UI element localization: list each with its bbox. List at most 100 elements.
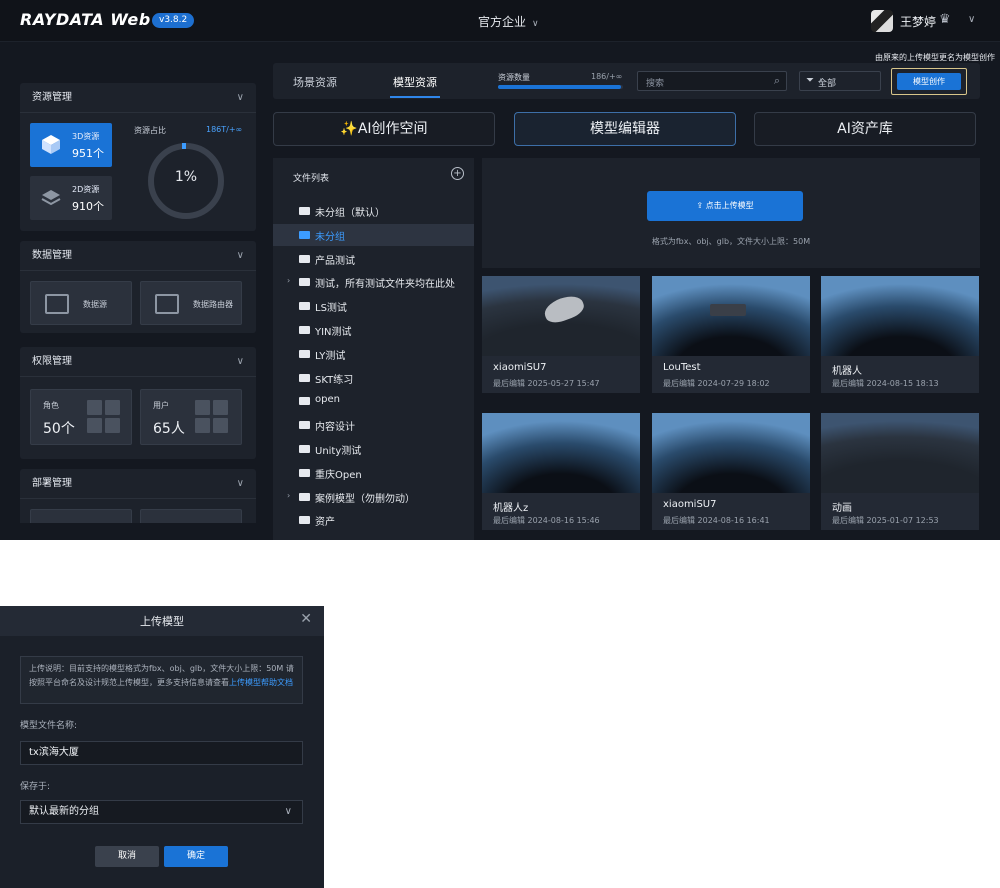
- model-card[interactable]: xiaomiSU7 最后编辑 2025-05-27 15:47: [482, 276, 640, 393]
- app-window: RAYDATA Web v3.8.2 官方企业 ∨ 王梦婷 ♛ ∨ 资源管理 ∨ 3…: [0, 0, 1000, 540]
- permission-panel-header[interactable]: 权限管理 ∨: [20, 347, 256, 377]
- cube-icon: [42, 135, 60, 154]
- folder-label: 产品测试: [315, 255, 355, 267]
- folder-row[interactable]: YIN测试: [273, 319, 474, 341]
- chevron-down-icon: ∨: [284, 806, 292, 817]
- ai-creation-space-button[interactable]: ✨AI创作空间: [273, 112, 495, 146]
- model-card[interactable]: LouTest 最后编辑 2024-07-29 18:02: [652, 276, 810, 393]
- search-placeholder: 搜索: [646, 79, 665, 89]
- router-icon: [155, 294, 179, 314]
- data-panel-title: 数据管理: [32, 250, 72, 261]
- folder-row[interactable]: Unity测试: [273, 438, 474, 460]
- folder-icon: [299, 207, 310, 215]
- user-label: 用户: [153, 401, 169, 410]
- resource-3d-card[interactable]: 3D资源 951个: [30, 123, 112, 167]
- folder-row[interactable]: LY测试: [273, 343, 474, 365]
- resource-2d-count: 910个: [72, 200, 104, 213]
- folder-row[interactable]: LS测试: [273, 295, 474, 317]
- rename-hint: 由原来的上传模型更名为模型创作: [875, 53, 995, 62]
- upload-notice: 上传说明：目前支持的模型格式为fbx、obj、glb，文件大小上限：50M 请按…: [20, 656, 303, 704]
- company-switcher[interactable]: 官方企业 ∨: [478, 13, 539, 30]
- expand-arrow-icon[interactable]: ›: [287, 276, 290, 285]
- confirm-button[interactable]: 确定: [164, 846, 228, 867]
- user-grid-icon: [213, 400, 228, 415]
- quota-label: 资源数量: [498, 73, 530, 82]
- chevron-down-icon[interactable]: ∨: [237, 469, 244, 499]
- folder-row[interactable]: › 案例模型（勿删勿动）: [273, 486, 474, 508]
- model-thumbnail: [652, 276, 810, 356]
- folder-row[interactable]: 产品测试: [273, 248, 474, 270]
- model-name-input[interactable]: tx滨海大厦: [20, 741, 303, 765]
- model-thumbnail: [482, 413, 640, 493]
- ai-asset-library-button[interactable]: AI资产库: [754, 112, 976, 146]
- folder-row[interactable]: 未分组: [273, 223, 474, 246]
- close-icon[interactable]: ✕: [300, 611, 312, 627]
- chevron-down-icon[interactable]: ∨: [237, 83, 244, 113]
- tab-scene[interactable]: 场景资源: [293, 74, 337, 90]
- model-card[interactable]: 机器人z 最后编辑 2024-08-16 15:46: [482, 413, 640, 530]
- folder-label: 未分组（默认）: [315, 208, 385, 219]
- user-grid-icon: [195, 418, 210, 433]
- model-name: 机器人: [832, 366, 862, 377]
- resource-panel-header[interactable]: 资源管理 ∨: [20, 83, 256, 113]
- folder-row[interactable]: 内容设计: [273, 414, 474, 436]
- folder-row[interactable]: SKT练习: [273, 367, 474, 389]
- model-name: LouTest: [663, 362, 701, 373]
- app-logo: RAYDATA Web: [20, 10, 151, 29]
- cancel-button[interactable]: 取消: [95, 846, 159, 867]
- deploy-panel-header[interactable]: 部署管理 ∨: [20, 469, 256, 499]
- help-doc-link[interactable]: 上传模型帮助文档: [229, 678, 293, 687]
- search-icon[interactable]: ⌕: [774, 74, 780, 88]
- model-create-button[interactable]: 模型创作: [897, 73, 961, 90]
- deploy-tile[interactable]: [140, 509, 242, 523]
- save-location-select[interactable]: 默认最新的分组 ∨: [20, 800, 303, 824]
- chevron-down-icon[interactable]: ∨: [237, 347, 244, 377]
- user-tile[interactable]: 用户 65人: [140, 389, 242, 445]
- model-card[interactable]: 机器人 最后编辑 2024-08-15 18:13: [821, 276, 979, 393]
- folder-label: LY测试: [315, 350, 346, 362]
- search-input[interactable]: 搜索 ⌕: [637, 71, 787, 91]
- folder-row[interactable]: 未分组（默认）: [273, 200, 474, 222]
- user-name[interactable]: 王梦婷: [900, 13, 936, 30]
- expand-arrow-icon[interactable]: ›: [287, 491, 290, 500]
- deploy-panel-title: 部署管理: [32, 478, 72, 489]
- folder-label: 资产: [315, 517, 335, 529]
- role-tile[interactable]: 角色 50个: [30, 389, 132, 445]
- role-avatar-icon: [105, 400, 120, 415]
- save-location-label: 保存于:: [20, 782, 51, 792]
- model-card[interactable]: 动画 最后编辑 2025-01-07 12:53: [821, 413, 979, 530]
- create-highlight: 模型创作: [891, 68, 967, 95]
- folder-label: 案例模型（勿删勿动）: [315, 493, 415, 505]
- model-editor-button[interactable]: 模型编辑器: [514, 112, 736, 146]
- data-source-label: 数据源: [83, 300, 107, 309]
- user-grid-icon: [195, 400, 210, 415]
- deploy-panel: 部署管理 ∨: [20, 469, 256, 523]
- data-router-tile[interactable]: 数据路由器: [140, 281, 242, 325]
- folder-row[interactable]: › 测试，所有测试文件夹均在此处: [273, 271, 474, 293]
- folder-row[interactable]: open: [273, 390, 474, 412]
- folder-icon: [299, 254, 310, 263]
- model-card[interactable]: xiaomiSU7 最后编辑 2024-08-16 16:41: [652, 413, 810, 530]
- data-panel-header[interactable]: 数据管理 ∨: [20, 241, 256, 271]
- folder-row[interactable]: 资产: [273, 509, 474, 531]
- resource-2d-card[interactable]: 2D资源 910个: [30, 176, 112, 220]
- sidebar: 资源管理 ∨ 3D资源 951个 2D资源 910个 资源占比 186T/+∞ 1…: [20, 63, 256, 523]
- data-source-tile[interactable]: 数据源: [30, 281, 132, 325]
- folder-icon: [299, 421, 310, 430]
- folder-row[interactable]: 重庆Open: [273, 462, 474, 484]
- folder-label: Unity测试: [315, 446, 362, 457]
- model-edited: 最后编辑 2025-01-07 12:53: [832, 516, 939, 525]
- resource-3d-count: 951个: [72, 147, 104, 160]
- user-menu-chevron-icon[interactable]: ∨: [968, 14, 975, 25]
- resource-ratio-value: 186T/+∞: [206, 125, 243, 134]
- chevron-down-icon[interactable]: ∨: [237, 241, 244, 271]
- deploy-tile[interactable]: [30, 509, 132, 523]
- add-folder-icon[interactable]: +: [451, 167, 464, 180]
- upload-model-button[interactable]: ⇪ 点击上传模型: [647, 191, 803, 221]
- filter-select[interactable]: ⏷ 全部 ∧: [799, 71, 881, 91]
- avatar[interactable]: [871, 10, 893, 32]
- resource-ratio-label: 资源占比: [134, 126, 166, 135]
- role-avatar-icon: [87, 418, 102, 433]
- tab-model[interactable]: 模型资源: [393, 74, 437, 90]
- folder-label: open: [315, 394, 340, 406]
